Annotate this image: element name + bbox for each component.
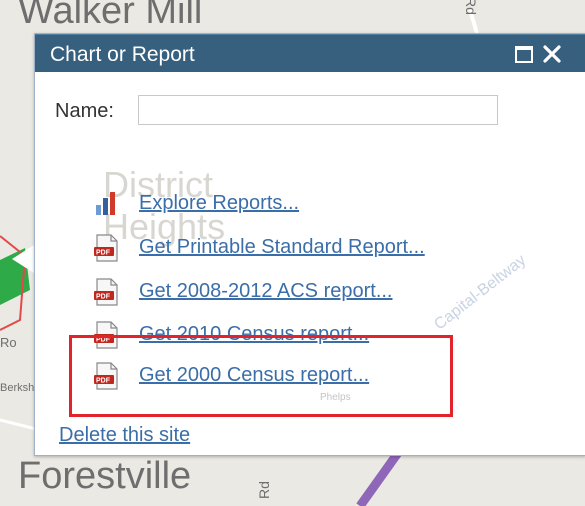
svg-text:PDF: PDF: [96, 294, 111, 301]
census-2000-report-link[interactable]: Get 2000 Census report...: [139, 364, 369, 387]
pdf-icon: PDF: [93, 234, 121, 262]
window-maximize-icon[interactable]: [513, 43, 535, 65]
acs-report-link[interactable]: Get 2008-2012 ACS report...: [139, 280, 393, 303]
map-label-rd-bottom: Rd: [255, 481, 272, 499]
pdf-icon: PDF: [93, 321, 121, 349]
popup-titlebar[interactable]: Chart or Report: [35, 34, 585, 72]
bar-chart-icon: [93, 190, 121, 218]
map-label-phelps: Phelps: [320, 392, 351, 403]
name-label: Name:: [55, 100, 114, 122]
name-input[interactable]: [138, 95, 498, 125]
delete-site-link[interactable]: Delete this site: [59, 424, 190, 447]
svg-text:PDF: PDF: [96, 337, 111, 344]
explore-reports-link[interactable]: Explore Reports...: [139, 192, 299, 215]
map-label-capital-beltway: Capital-Beltway: [431, 251, 530, 334]
map-label-ro: Ro: [0, 335, 17, 350]
chart-report-popup: Chart or Report Name: District Heights Ca…: [34, 33, 585, 456]
map-label-forestville: Forestville: [18, 455, 192, 497]
map-label-walker-mill: Walker Mill: [18, 0, 203, 32]
census-2010-report-link[interactable]: Get 2010 Census report...: [139, 323, 369, 346]
svg-text:PDF: PDF: [96, 250, 111, 257]
pdf-icon: PDF: [93, 278, 121, 306]
popup-pointer: [12, 245, 34, 273]
svg-text:PDF: PDF: [96, 378, 111, 385]
popup-title: Chart or Report: [50, 43, 195, 66]
pdf-icon: PDF: [93, 362, 121, 390]
standard-report-link[interactable]: Get Printable Standard Report...: [139, 236, 425, 259]
map-label-rd-top: Rd: [462, 0, 479, 15]
close-icon[interactable]: [541, 43, 563, 65]
